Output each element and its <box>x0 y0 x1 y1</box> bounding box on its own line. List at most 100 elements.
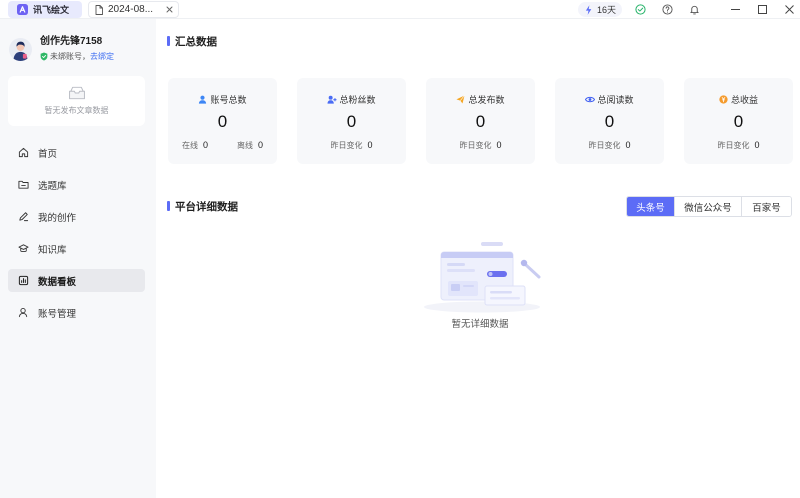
coin-icon <box>719 94 728 104</box>
stat-card-details: 昨日变化 0 <box>555 139 664 151</box>
document-icon <box>95 4 103 15</box>
document-tab[interactable]: 2024-08... <box>88 1 179 18</box>
stat-card-header: 总发布数 <box>426 93 535 105</box>
membership-badge[interactable]: 16天 <box>578 2 622 17</box>
sidebar-item-label: 首页 <box>38 148 58 160</box>
send-icon <box>456 94 466 104</box>
help-circle-icon[interactable] <box>662 4 673 15</box>
sidebar-item-account-management[interactable]: 账号管理 <box>8 301 145 324</box>
section-accent-bar <box>167 201 170 211</box>
yesterday-change-stat: 昨日变化 0 <box>717 140 759 151</box>
avatar[interactable] <box>9 38 32 61</box>
sidebar-item-home[interactable]: 首页 <box>8 141 145 164</box>
sidebar-item-label: 我的创作 <box>38 212 77 224</box>
sidebar-item-label: 知识库 <box>38 244 67 256</box>
tab-baijiahao[interactable]: 百家号 <box>741 197 791 216</box>
bind-account-link[interactable]: 去绑定 <box>90 51 114 62</box>
close-icon[interactable] <box>784 4 795 15</box>
stat-card-total-reads: 总阅读数 0 昨日变化 0 <box>555 78 664 164</box>
offline-stat: 离线 0 <box>237 140 263 151</box>
stat-card-value: 0 <box>217 112 228 131</box>
stat-card-label: 总阅读数 <box>597 94 634 105</box>
empty-data-illustration <box>415 238 550 313</box>
check-circle-icon[interactable] <box>635 4 646 15</box>
membership-days: 16天 <box>597 5 617 15</box>
stat-card-total-revenue: 总收益 0 昨日变化 0 <box>684 78 793 164</box>
stat-value: 0 <box>202 140 208 150</box>
stat-card-details: 昨日变化 0 <box>684 139 793 151</box>
platform-title: 平台详细数据 <box>175 200 238 213</box>
tab-toutiao[interactable]: 头条号 <box>627 197 674 216</box>
sidebar: 创作先锋7158 未绑账号， 去绑定 暂无发布文章数据 首页 选题库 我的创作 … <box>0 19 156 498</box>
maximize-icon[interactable] <box>757 4 768 15</box>
stat-value: 0 <box>625 140 631 150</box>
stat-label: 昨日变化 <box>588 140 621 150</box>
empty-state-text: 暂无详细数据 <box>451 319 509 330</box>
yesterday-change-stat: 昨日变化 0 <box>588 140 630 151</box>
stat-value: 0 <box>367 140 373 150</box>
app-tab[interactable]: 讯飞绘文 <box>8 1 82 18</box>
summary-cards: 账号总数 0 在线 0 离线 0 总粉丝数 0 昨日变化 0 总发布数 0 昨日… <box>168 78 793 164</box>
section-accent-bar <box>167 36 170 46</box>
article-empty-text: 暂无发布文章数据 <box>44 106 109 115</box>
bell-icon[interactable] <box>689 4 700 15</box>
stat-card-label: 总粉丝数 <box>339 94 376 105</box>
sidebar-nav: 首页 选题库 我的创作 知识库 数据看板 账号管理 <box>8 141 145 333</box>
pen-icon <box>18 211 29 222</box>
user-name: 创作先锋7158 <box>40 36 103 47</box>
platform-section-title: 平台详细数据 <box>167 199 238 213</box>
tab-close-icon[interactable] <box>166 6 173 13</box>
stat-card-details: 在线 0 离线 0 <box>168 139 277 151</box>
tab-wechat-official[interactable]: 微信公众号 <box>674 197 741 216</box>
account-bind-status: 未绑账号， 去绑定 <box>40 51 114 62</box>
stat-card-label: 账号总数 <box>210 94 247 105</box>
online-stat: 在线 0 <box>182 140 208 151</box>
sidebar-item-my-creations[interactable]: 我的创作 <box>8 205 145 228</box>
chart-icon <box>18 275 29 286</box>
stat-card-label: 总发布数 <box>468 94 505 105</box>
stat-card-header: 总收益 <box>684 93 793 105</box>
article-summary-card: 暂无发布文章数据 <box>8 76 145 126</box>
sidebar-item-knowledge-base[interactable]: 知识库 <box>8 237 145 260</box>
yesterday-change-stat: 昨日变化 0 <box>330 140 372 151</box>
stat-label: 离线 <box>237 140 253 150</box>
stat-card-value: 0 <box>604 112 615 131</box>
stat-card-header: 总粉丝数 <box>297 93 406 105</box>
sidebar-item-label: 账号管理 <box>38 308 77 320</box>
app-tab-label: 讯飞绘文 <box>33 5 70 15</box>
stat-card-value: 0 <box>733 112 744 131</box>
sidebar-item-label: 数据看板 <box>38 276 77 288</box>
stat-value: 0 <box>754 140 760 150</box>
stat-label: 昨日变化 <box>330 140 363 150</box>
stat-value: 0 <box>496 140 502 150</box>
platform-tabs: 头条号 微信公众号 百家号 <box>626 196 792 217</box>
stat-label: 昨日变化 <box>459 140 492 150</box>
stat-card-total-followers: 总粉丝数 0 昨日变化 0 <box>297 78 406 164</box>
app-logo-icon <box>17 4 28 15</box>
stat-card-total-accounts: 账号总数 0 在线 0 离线 0 <box>168 78 277 164</box>
user-plus-icon <box>327 95 337 104</box>
stat-card-label: 总收益 <box>730 94 758 105</box>
stat-card-value: 0 <box>475 112 486 131</box>
stat-label: 在线 <box>181 140 198 150</box>
summary-section-title: 汇总数据 <box>167 34 217 48</box>
stat-value: 0 <box>258 140 264 150</box>
stat-card-details: 昨日变化 0 <box>426 139 535 151</box>
minimize-icon[interactable] <box>730 4 741 15</box>
yesterday-change-stat: 昨日变化 0 <box>459 140 501 151</box>
empty-inbox-icon <box>68 86 86 100</box>
sidebar-item-dashboard[interactable]: 数据看板 <box>8 269 145 292</box>
stat-card-header: 账号总数 <box>168 93 277 105</box>
user-filled-icon <box>198 95 207 104</box>
lightning-icon <box>585 4 592 15</box>
document-tab-label: 2024-08... <box>108 4 154 15</box>
folder-icon <box>18 179 29 190</box>
stat-card-total-posts: 总发布数 0 昨日变化 0 <box>426 78 535 164</box>
sidebar-item-topics[interactable]: 选题库 <box>8 173 145 196</box>
home-icon <box>18 147 29 158</box>
stat-card-value: 0 <box>346 112 357 131</box>
user-icon <box>18 307 29 318</box>
stat-card-header: 总阅读数 <box>555 93 664 105</box>
stat-card-details: 昨日变化 0 <box>297 139 406 151</box>
stat-label: 昨日变化 <box>717 140 750 150</box>
